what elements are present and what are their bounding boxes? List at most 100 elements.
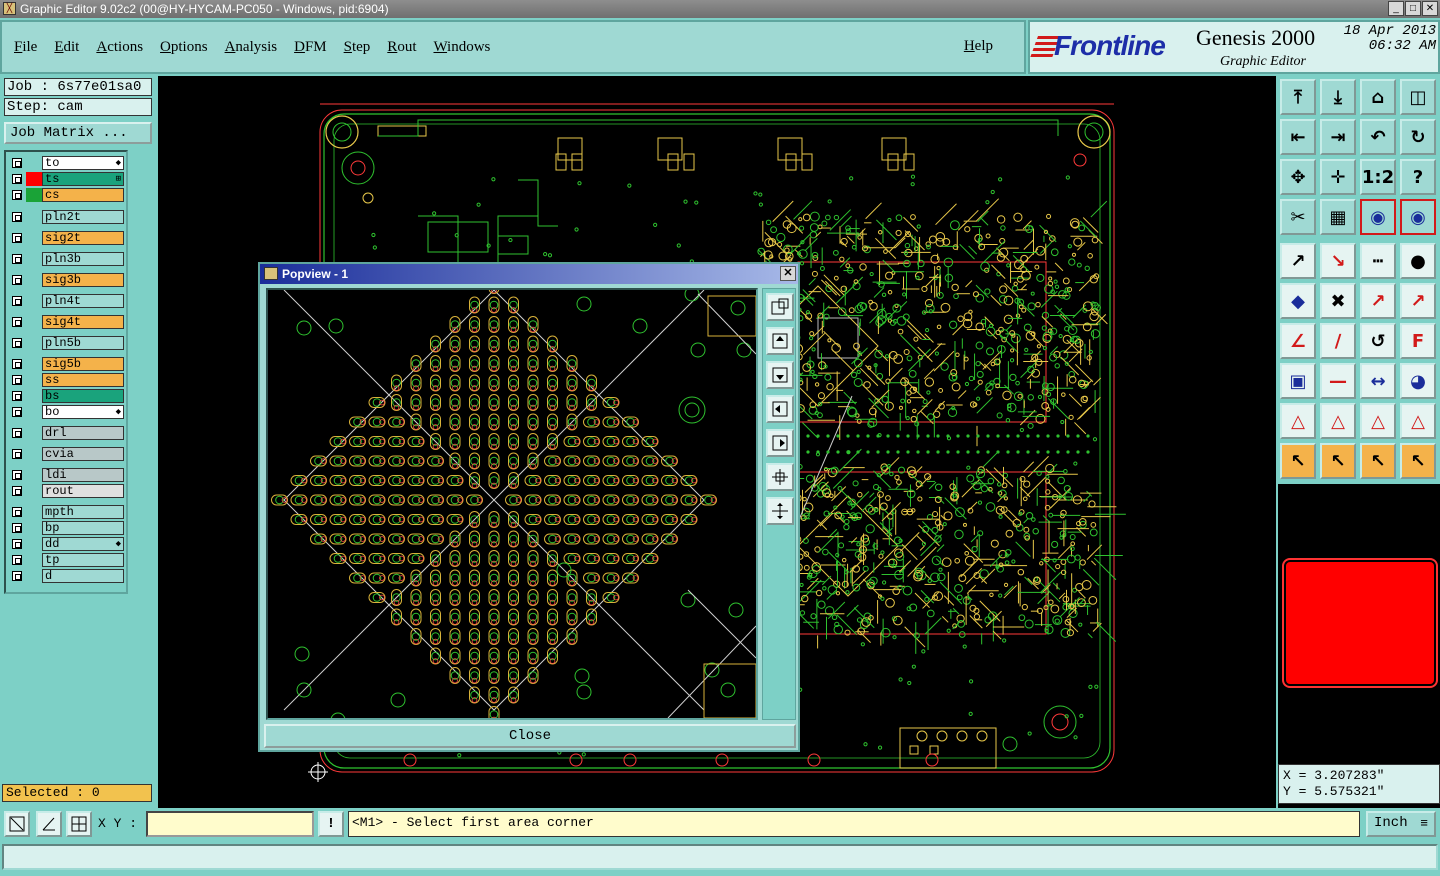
menu-windows[interactable]: Windows (433, 39, 490, 56)
info-icon[interactable]: ! (318, 811, 344, 837)
layer-row-dd[interactable]: dd ◆ (8, 537, 124, 551)
zoom-in-icon[interactable]: ⤓ (1320, 79, 1356, 115)
menu-options[interactable]: Options (160, 39, 208, 56)
menu-file[interactable]: File (14, 39, 37, 56)
pv-right-icon[interactable] (766, 429, 794, 457)
popview-titlebar[interactable]: Popview - 1 ✕ (260, 264, 798, 284)
layer-checkbox[interactable] (12, 190, 22, 200)
triangle-3-icon[interactable]: △ (1360, 403, 1396, 439)
angle-snap-icon[interactable] (36, 811, 62, 837)
connect-icon[interactable]: ◆ (1280, 283, 1316, 319)
menu-edit[interactable]: Edit (54, 39, 79, 56)
triangle-2-icon[interactable]: △ (1320, 403, 1356, 439)
layer-row-d[interactable]: d (8, 569, 124, 583)
ruler-icon[interactable]: ┅ (1360, 243, 1396, 279)
layer-name[interactable]: dd ◆ (42, 537, 124, 551)
layer-checkbox[interactable] (12, 338, 22, 348)
line-icon[interactable]: ∕ (1320, 323, 1356, 359)
layer-row-pln3b[interactable]: pln3b (8, 252, 124, 266)
layer-checkbox[interactable] (12, 470, 22, 480)
dimension-icon[interactable]: ↔ (1360, 363, 1396, 399)
fit-icon[interactable]: ✥ (1280, 159, 1316, 195)
select-3-icon[interactable]: ↖ (1360, 443, 1396, 479)
menu-analysis[interactable]: Analysis (225, 39, 278, 56)
layer-name[interactable]: ts ⊞ (42, 172, 124, 186)
dot-icon[interactable]: ● (1400, 243, 1436, 279)
layer-checkbox[interactable] (12, 174, 22, 184)
job-matrix-button[interactable]: Job Matrix ... (4, 122, 152, 144)
layer-checkbox[interactable] (12, 233, 22, 243)
snap-icon[interactable] (4, 811, 30, 837)
layer-row-drl[interactable]: drl (8, 426, 124, 440)
layer-row-sig5b[interactable]: sig5b (8, 357, 124, 371)
pv-zoom-icon[interactable] (766, 293, 794, 321)
layer-checkbox[interactable] (12, 317, 22, 327)
layer-checkbox[interactable] (12, 391, 22, 401)
unit-selector[interactable]: Inch (1366, 811, 1436, 837)
circles-icon[interactable]: ◕ (1400, 363, 1436, 399)
menu-step[interactable]: Step (344, 39, 371, 56)
layer-name[interactable]: bp (42, 521, 124, 535)
home-icon[interactable]: ⌂ (1360, 79, 1396, 115)
layer-row-pln5b[interactable]: pln5b (8, 336, 124, 350)
layer-checkbox[interactable] (12, 539, 22, 549)
layer-name[interactable]: d (42, 569, 124, 583)
pv-fit-icon[interactable] (766, 463, 794, 491)
layer-name[interactable]: bs (42, 389, 124, 403)
redraw-icon[interactable]: ↻ (1400, 119, 1436, 155)
zoom-home-icon[interactable]: ⤒ (1280, 79, 1316, 115)
layer-row-pln4t[interactable]: pln4t (8, 294, 124, 308)
pan-left-icon[interactable]: ⇤ (1280, 119, 1316, 155)
layer-checkbox[interactable] (12, 158, 22, 168)
layer-row-sig2t[interactable]: sig2t (8, 231, 124, 245)
layer-row-pln2t[interactable]: pln2t (8, 210, 124, 224)
pv-left-icon[interactable] (766, 395, 794, 423)
layer-row-ts[interactable]: ts ⊞ (8, 172, 124, 186)
layer-row-bp[interactable]: bp (8, 521, 124, 535)
zoom-fit-icon[interactable]: ✛ (1320, 159, 1356, 195)
layer-name[interactable]: cvia (42, 447, 124, 461)
layer-row-ss[interactable]: ss (8, 373, 124, 387)
layer-checkbox[interactable] (12, 486, 22, 496)
layer-name[interactable]: ldi (42, 468, 124, 482)
cross-icon[interactable]: ✖ (1320, 283, 1356, 319)
layer-name[interactable]: pln5b (42, 336, 124, 350)
layer-checkbox[interactable] (12, 375, 22, 385)
layer-name[interactable]: drl (42, 426, 124, 440)
layer-name[interactable]: mpth (42, 505, 124, 519)
help-icon[interactable]: ? (1400, 159, 1436, 195)
layers-red-2-icon[interactable]: ◉ (1400, 199, 1436, 235)
layer-name[interactable]: rout (42, 484, 124, 498)
layer-checkbox[interactable] (12, 212, 22, 222)
minimize-button[interactable]: _ (1388, 1, 1404, 16)
pv-down-icon[interactable] (766, 361, 794, 389)
angle-icon[interactable]: ∠ (1280, 323, 1316, 359)
layer-checkbox[interactable] (12, 449, 22, 459)
measure-icon[interactable]: ✂ (1280, 199, 1316, 235)
layer-checkbox[interactable] (12, 571, 22, 581)
pan-right-icon[interactable]: ⇥ (1320, 119, 1356, 155)
layer-row-tp[interactable]: tp (8, 553, 124, 567)
menu-help[interactable]: Help (964, 38, 993, 55)
triangle-4-icon[interactable]: △ (1400, 403, 1436, 439)
popview-close-x-button[interactable]: ✕ (780, 266, 796, 281)
layer-checkbox[interactable] (12, 555, 22, 565)
pv-center-icon[interactable] (766, 497, 794, 525)
layer-checkbox[interactable] (12, 428, 22, 438)
layer-row-bo[interactable]: bo ◆ (8, 405, 124, 419)
grid-icon[interactable]: ▦ (1320, 199, 1356, 235)
layer-name[interactable]: sig3b (42, 273, 124, 287)
layer-checkbox[interactable] (12, 254, 22, 264)
layer-row-sig4t[interactable]: sig4t (8, 315, 124, 329)
layer-row-cvia[interactable]: cvia (8, 447, 124, 461)
grid-snap-icon[interactable] (66, 811, 92, 837)
one-to-two-icon[interactable]: 1:2 (1360, 159, 1396, 195)
layer-name[interactable]: sig5b (42, 357, 124, 371)
layer-row-ldi[interactable]: ldi (8, 468, 124, 482)
layer-row-cs[interactable]: cs (8, 188, 124, 202)
layer-checkbox[interactable] (12, 507, 22, 517)
move-pad-2-icon[interactable]: ↗ (1400, 283, 1436, 319)
layer-checkbox[interactable] (12, 296, 22, 306)
layer-name[interactable]: cs (42, 188, 124, 202)
text-icon[interactable]: F (1400, 323, 1436, 359)
